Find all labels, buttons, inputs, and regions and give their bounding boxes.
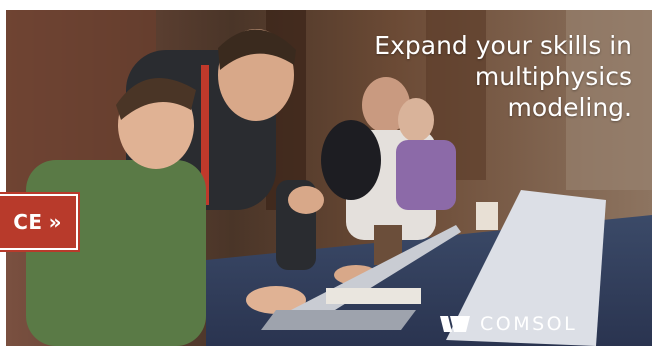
brand-logo[interactable]: COMSOL [440,313,577,335]
headline: Expand your skills in multiphysics model… [374,30,632,123]
comsol-logo-icon [440,316,470,332]
headline-line-3: modeling. [507,93,632,122]
cta-label: CE [13,210,43,234]
headline-line-2: multiphysics [474,62,632,91]
ad-banner[interactable]: Expand your skills in multiphysics model… [0,0,652,346]
headline-line-1: Expand your skills in [374,31,632,60]
brand-name: COMSOL [480,313,578,335]
double-chevron-right-icon: » [48,210,62,234]
cta-button[interactable]: CE » [0,192,80,252]
